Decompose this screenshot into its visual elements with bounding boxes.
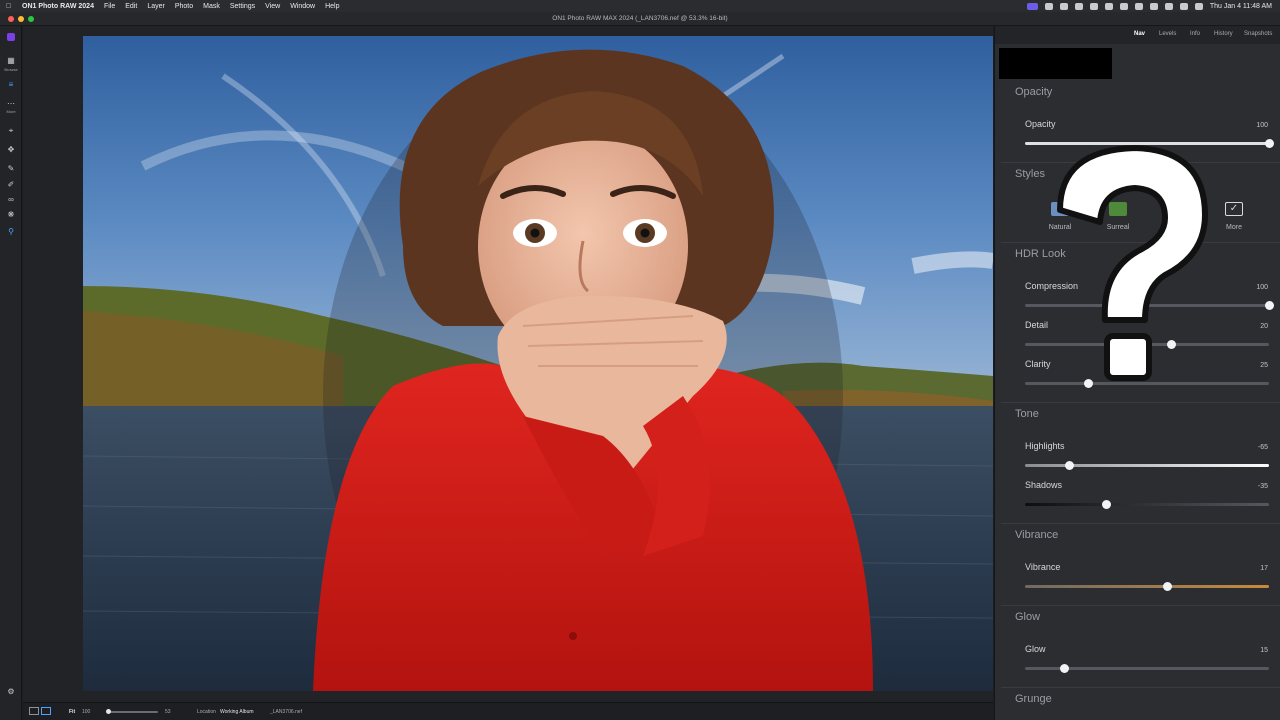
grid-view-icon[interactable] <box>29 707 39 715</box>
section-divider <box>1001 687 1280 688</box>
menu-layer[interactable]: Layer <box>147 3 165 10</box>
menu-bar:  ON1 Photo RAW 2024 File Edit Layer Pho… <box>0 0 1280 12</box>
question-mark-overlay <box>1040 140 1220 400</box>
browse-label: Browse <box>4 67 18 72</box>
retouch-icon[interactable]: ∞ <box>4 193 18 205</box>
section-divider <box>1001 402 1280 403</box>
location-label: Location <box>197 709 216 715</box>
menu-window[interactable]: Window <box>290 3 315 10</box>
tab-info[interactable]: Info <box>1190 31 1200 37</box>
vibrance-slider-handle[interactable] <box>1162 582 1172 591</box>
style-more-icon[interactable]: ✓ <box>1225 202 1243 216</box>
status-bar: Fit 100 53 Location Working Album _LAN37… <box>23 702 993 720</box>
highlights-slider-handle[interactable] <box>1064 461 1074 470</box>
shadows-label: Shadows <box>1025 480 1063 490</box>
brush-icon[interactable]: ✎ <box>4 162 18 174</box>
masking-brush-icon[interactable]: ✐ <box>4 178 18 190</box>
zoom-slider-track[interactable] <box>108 711 158 713</box>
tab-levels[interactable]: Levels <box>1159 31 1176 37</box>
minimize-window-button[interactable] <box>18 16 24 22</box>
opacity-heading[interactable]: Opacity <box>1015 86 1052 98</box>
zoom-slider-handle[interactable] <box>106 709 111 714</box>
shadows-value[interactable]: -35 <box>1228 483 1268 490</box>
zoom-window-button[interactable] <box>28 16 34 22</box>
app-logo-icon[interactable] <box>4 31 18 43</box>
gradient-icon[interactable]: ❋ <box>4 208 18 220</box>
compression-value[interactable]: 100 <box>1228 284 1268 291</box>
fit-button[interactable]: Fit <box>69 709 75 715</box>
menu-file[interactable]: File <box>104 3 115 10</box>
compression-slider-handle[interactable] <box>1265 301 1274 310</box>
single-view-icon[interactable] <box>41 707 51 715</box>
vibrance-slider-track[interactable] <box>1025 585 1269 588</box>
section-divider <box>1001 523 1280 524</box>
vibrance-value[interactable]: 17 <box>1228 565 1268 572</box>
local-adjust-icon[interactable]: ⚲ <box>4 225 18 237</box>
menu-settings[interactable]: Settings <box>230 3 255 10</box>
browse-grid-icon[interactable]: ▦ <box>4 54 18 66</box>
navigator-thumbnail[interactable] <box>999 48 1112 79</box>
dropbox-icon[interactable] <box>1074 2 1083 10</box>
sync-icon[interactable] <box>1059 2 1068 10</box>
zoom-percent[interactable]: 100 <box>82 709 90 715</box>
section-divider <box>1001 605 1280 606</box>
tab-nav[interactable]: Nav <box>1134 31 1145 37</box>
crop-icon[interactable]: ⌖ <box>4 125 18 137</box>
close-window-button[interactable] <box>8 16 14 22</box>
tone-heading[interactable]: Tone <box>1015 408 1039 420</box>
album-name[interactable]: Working Album <box>220 709 254 715</box>
opacity-value[interactable]: 100 <box>1228 122 1268 129</box>
zoom-value: 53 <box>165 709 171 715</box>
menu-photo[interactable]: Photo <box>175 3 193 10</box>
menubar-clock: Thu Jan 4 11:48 AM <box>1209 2 1272 10</box>
detail-value[interactable]: 20 <box>1228 323 1268 330</box>
highlights-value[interactable]: -65 <box>1228 444 1268 451</box>
shadows-slider-handle[interactable] <box>1101 500 1111 509</box>
menu-help[interactable]: Help <box>325 3 339 10</box>
glow-heading[interactable]: Glow <box>1015 611 1040 623</box>
edited-photo <box>83 36 993 691</box>
clarity-value[interactable]: 25 <box>1228 362 1268 369</box>
glow-value[interactable]: 15 <box>1228 647 1268 654</box>
more-icon[interactable]: ⋯ <box>4 97 18 109</box>
more-label: More <box>6 109 16 114</box>
menu-app-name[interactable]: ON1 Photo RAW 2024 <box>22 3 94 10</box>
menu-mask[interactable]: Mask <box>203 3 220 10</box>
wifi-icon[interactable] <box>1164 2 1173 10</box>
file-name: _LAN3706.nef <box>270 709 302 715</box>
glow-slider-handle[interactable] <box>1060 664 1070 673</box>
battery-icon[interactable] <box>1134 2 1143 10</box>
image-canvas[interactable] <box>23 26 993 702</box>
highlights-slider-track[interactable] <box>1025 464 1269 467</box>
settings-gear-icon[interactable]: ⚙ <box>4 685 18 697</box>
menu-edit[interactable]: Edit <box>125 3 137 10</box>
transform-icon[interactable]: ✥ <box>4 143 18 155</box>
apple-menu-icon[interactable]:  <box>6 3 16 10</box>
panel-tabs: Nav Levels Info History Snapshots <box>995 26 1280 44</box>
menu-view[interactable]: View <box>265 3 280 10</box>
vibrance-label: Vibrance <box>1025 562 1061 572</box>
camera-icon[interactable] <box>1044 2 1053 10</box>
grunge-heading[interactable]: Grunge <box>1015 693 1052 705</box>
app-icon[interactable] <box>1119 2 1128 10</box>
cloud-icon[interactable] <box>1089 2 1098 10</box>
search-icon[interactable] <box>1179 2 1188 10</box>
highlights-label: Highlights <box>1025 441 1065 451</box>
opacity-label: Opacity <box>1025 119 1056 129</box>
moon-icon[interactable] <box>1149 2 1158 10</box>
bluetooth-icon[interactable] <box>1104 2 1113 10</box>
shadows-slider-track[interactable] <box>1025 503 1269 506</box>
vibrance-heading[interactable]: Vibrance <box>1015 529 1058 541</box>
control-center-icon[interactable] <box>1194 2 1203 10</box>
window-title-bar: ON1 Photo RAW MAX 2024 (_LAN3706.nef @ 5… <box>0 12 1280 26</box>
tab-history[interactable]: History <box>1214 31 1233 37</box>
screen-record-icon[interactable] <box>1026 2 1038 10</box>
window-title: ON1 Photo RAW MAX 2024 (_LAN3706.nef @ 5… <box>552 15 728 22</box>
tool-rail: ▦ Browse ≡ ⋯ More ⌖ ✥ ✎ ✐ ∞ ❋ ⚲ ⚙ <box>0 26 22 720</box>
glow-label: Glow <box>1025 644 1046 654</box>
edit-sliders-icon[interactable]: ≡ <box>4 78 18 90</box>
opacity-slider-handle[interactable] <box>1265 139 1274 148</box>
tab-snapshots[interactable]: Snapshots <box>1244 31 1272 37</box>
